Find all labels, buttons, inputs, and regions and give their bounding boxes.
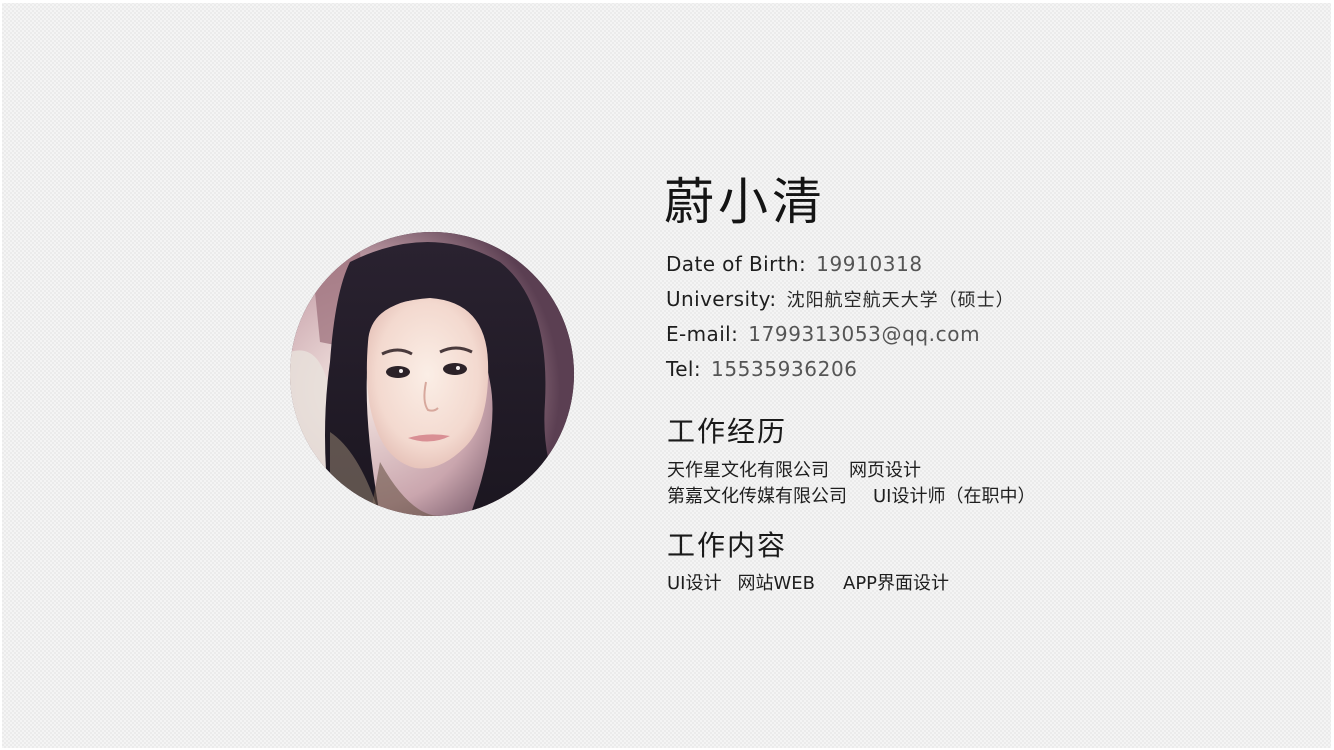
work-content-item: APP界面设计 <box>843 573 950 594</box>
work-content-item: UI设计 <box>667 573 722 594</box>
job-item: 第嘉文化传媒有限公司 UI设计师（在职中） <box>667 484 1035 510</box>
profile-name: 蔚小清 <box>664 173 826 231</box>
email-value: 1799313053@qq.com <box>748 322 981 346</box>
job-role: UI设计师（在职中） <box>873 486 1036 507</box>
email-label: E-mail: <box>666 322 739 346</box>
avatar <box>290 232 574 516</box>
birth-label: Date of Birth: <box>666 252 807 276</box>
experience-title: 工作经历 <box>667 415 788 448</box>
university-label: University: <box>666 287 777 311</box>
job-company: 第嘉文化传媒有限公司 <box>667 486 847 507</box>
job-company: 天作星文化有限公司 <box>667 460 829 481</box>
job-role: 网页设计 <box>849 460 921 481</box>
job-item: 天作星文化有限公司 网页设计 <box>667 458 921 484</box>
tel-row: Tel: 15535936206 <box>666 355 858 383</box>
email-row: E-mail: 1799313053@qq.com <box>666 320 980 348</box>
university-row: University: 沈阳航空航天大学（硕士） <box>666 285 1015 315</box>
university-value: 沈阳航空航天大学（硕士） <box>786 290 1015 311</box>
work-content-title: 工作内容 <box>667 529 788 562</box>
tel-label: Tel: <box>666 357 702 381</box>
avatar-photo <box>290 232 574 516</box>
tel-value: 15535936206 <box>711 357 858 381</box>
work-content-item: 网站WEB <box>737 573 816 594</box>
work-content-list: UI设计 网站WEB APP界面设计 <box>667 571 949 597</box>
birth-value: 19910318 <box>816 252 923 276</box>
birth-row: Date of Birth: 19910318 <box>666 250 923 278</box>
